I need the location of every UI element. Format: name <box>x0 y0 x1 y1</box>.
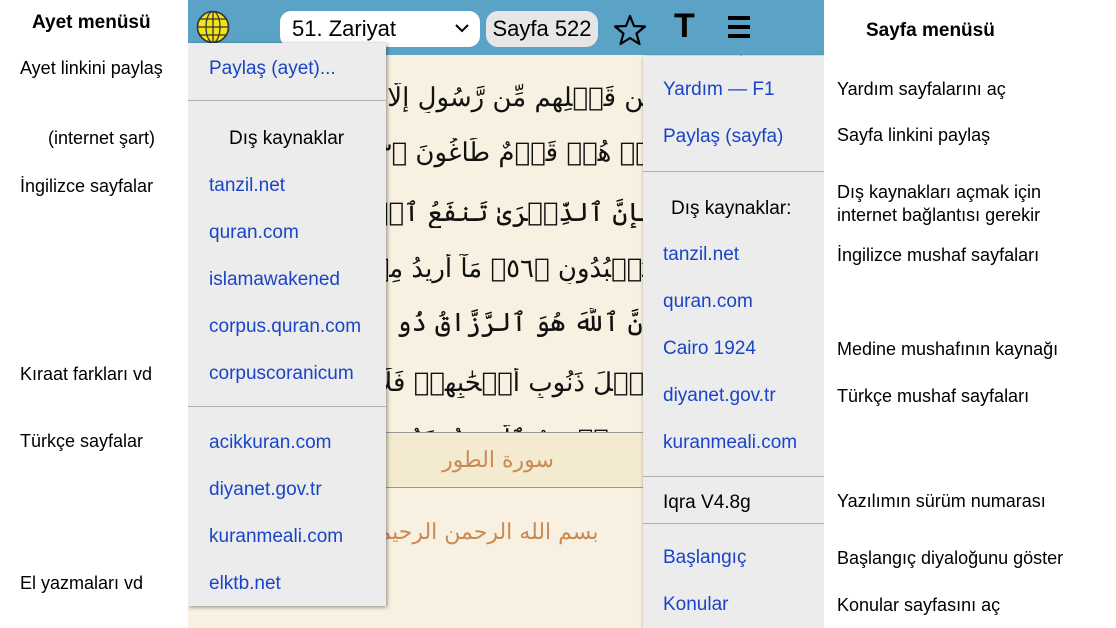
menu-divider <box>188 406 386 407</box>
globe-icon[interactable] <box>196 10 230 44</box>
menu-item-elktb[interactable]: elktb.net <box>209 573 281 595</box>
menu-item-kuranmeali[interactable]: kuranmeali.com <box>663 432 797 454</box>
page-number-badge[interactable]: Sayfa 522 <box>486 11 598 47</box>
annotation-internet-required: (internet şart) <box>48 128 156 148</box>
star-icon[interactable] <box>614 14 646 46</box>
annotation-turkish-pages: Türkçe sayfalar <box>20 431 144 451</box>
annotation-external-2: internet bağlantısı gerekir <box>837 205 1041 225</box>
menu-item-start[interactable]: Başlangıç <box>663 547 746 569</box>
ayet-menu-title: Ayet menüsü <box>32 12 151 33</box>
annotation-english-mushaf: İngilizce mushaf sayfaları <box>837 245 1040 265</box>
menu-item-corpuscoranicum[interactable]: corpuscoranicum <box>209 363 354 385</box>
menu-item-islamawakened[interactable]: islamawakened <box>209 269 340 291</box>
menu-item-share-page[interactable]: Paylaş (sayfa) <box>663 126 783 148</box>
menu-item-kuranmeali[interactable]: kuranmeali.com <box>209 526 343 548</box>
menu-item-diyanet[interactable]: diyanet.gov.tr <box>663 385 776 407</box>
menu-divider <box>643 476 824 477</box>
menu-divider <box>643 523 824 524</box>
annotation-kiraat: Kıraat farkları vd <box>20 364 153 384</box>
annotation-manuscripts: El yazmaları vd <box>20 573 144 593</box>
menu-section-external: Dış kaynaklar <box>229 128 345 149</box>
menu-item-diyanet[interactable]: diyanet.gov.tr <box>209 479 322 501</box>
chevron-down-icon <box>455 24 469 33</box>
annotation-start: Başlangıç diyaloğunu göster <box>837 548 1064 568</box>
menu-item-tanzil[interactable]: tanzil.net <box>663 244 739 266</box>
menu-item-corpus-quran[interactable]: corpus.quran.com <box>209 316 361 338</box>
annotation-share-page: Sayfa linkini paylaş <box>837 125 991 145</box>
menu-divider <box>188 100 386 101</box>
app-window: 51. Zariyat Sayfa 522 T مِن قَبۡلِهِم مِ… <box>188 0 824 628</box>
annotation-turkish-mushaf: Türkçe mushaf sayfaları <box>837 386 1030 406</box>
menu-item-share-verse[interactable]: Paylaş (ayet)... <box>209 58 336 80</box>
menu-item-quran-com[interactable]: quran.com <box>209 222 299 244</box>
sayfa-menu: Yardım — F1 Paylaş (sayfa) Dış kaynaklar… <box>643 56 824 628</box>
annotation-help: Yardım sayfalarını aç <box>837 79 1006 99</box>
menu-item-tanzil[interactable]: tanzil.net <box>209 175 285 197</box>
menu-item-cairo-1924[interactable]: Cairo 1924 <box>663 338 756 360</box>
annotation-topics: Konular sayfasını aç <box>837 595 1001 615</box>
menu-item-help[interactable]: Yardım — F1 <box>663 79 775 101</box>
menu-section-external: Dış kaynaklar: <box>671 198 792 219</box>
surah-select[interactable]: 51. Zariyat <box>280 11 480 47</box>
surah-title: سورة الطور <box>442 448 554 473</box>
text-size-button[interactable]: T <box>674 7 695 46</box>
ayet-menu: Paylaş (ayet)... Dış kaynaklar tanzil.ne… <box>188 43 386 606</box>
menu-item-quran-com[interactable]: quran.com <box>663 291 753 313</box>
annotation-version: Yazılımın sürüm numarası <box>837 491 1046 511</box>
annotation-english-pages: İngilizce sayfalar <box>20 176 154 196</box>
menu-item-acikkuran[interactable]: acikkuran.com <box>209 432 332 454</box>
hamburger-menu-icon[interactable] <box>726 14 752 40</box>
annotation-share-verse-link: Ayet linkini paylaş <box>20 58 163 78</box>
surah-select-value: 51. Zariyat <box>292 16 396 41</box>
sayfa-menu-title: Sayfa menüsü <box>866 20 995 41</box>
menu-item-topics[interactable]: Konular <box>663 594 729 616</box>
annotation-medine-source: Medine mushafının kaynağı <box>837 339 1059 359</box>
menu-divider <box>643 171 824 172</box>
annotation-external-1: Dış kaynakları açmak için <box>837 182 1042 202</box>
version-label: Iqra V4.8g <box>663 492 751 513</box>
